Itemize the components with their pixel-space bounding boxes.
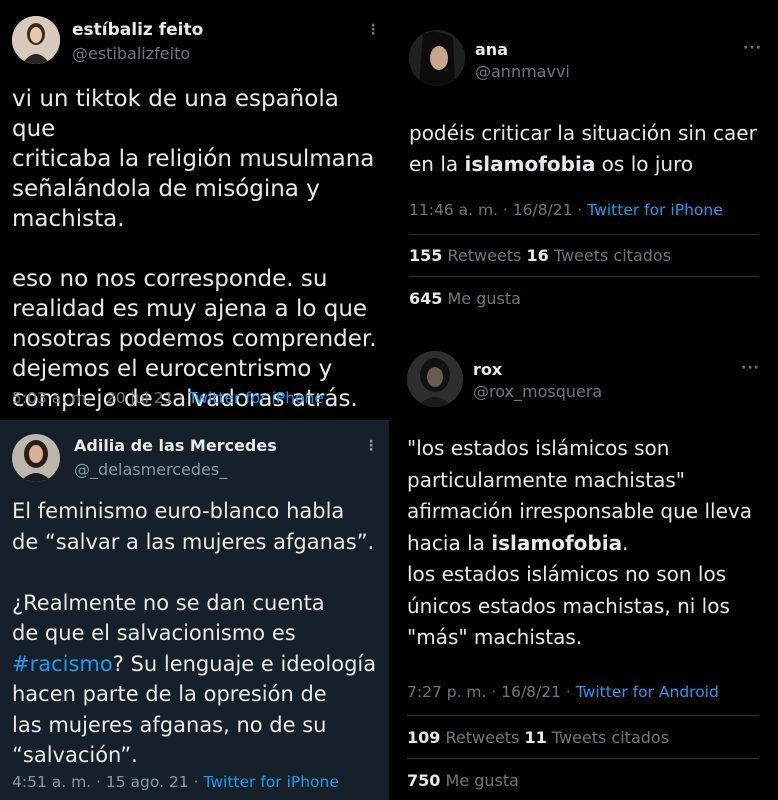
hashtag-link[interactable]: #racismo [12,652,113,676]
divider [407,715,759,716]
retweet-stats[interactable]: 155 Retweets 16 Tweets citados [409,246,671,265]
like-label: Me gusta [440,771,519,790]
tweet-ana: ana @annmavvi ··· podéis criticar la sit… [389,0,778,338]
divider [409,234,759,235]
author-name[interactable]: Adilia de las Mercedes [74,436,277,455]
tweet-source-link[interactable]: Twitter for Android [576,683,719,701]
avatar[interactable] [409,30,465,86]
quote-label: Tweets citados [546,728,670,747]
avatar[interactable] [407,351,463,407]
tweet-adilia: Adilia de las Mercedes @_delasmercedes_ … [0,420,389,800]
tweet-source-link[interactable]: Twitter for iPhone [203,773,338,791]
divider [409,276,759,277]
tweet-timestamp: 4:51 a. m. · 15 ago. 21 · Twitter for iP… [12,773,339,791]
more-options-icon[interactable]: ··· [741,360,760,376]
highlighted-word: islamofobia [464,152,596,176]
timestamp-text: 11:46 a. m. · 16/8/21 · [409,201,588,219]
author-handle[interactable]: @rox_mosquera [473,382,602,401]
tweet-text: "los estados islámicos son particularmen… [407,433,767,654]
quote-count: 16 [526,246,549,265]
tweet-timestamp: 7:27 p. m. · 16/8/21 · Twitter for Andro… [407,683,719,701]
avatar[interactable] [12,434,60,482]
quote-count: 11 [524,728,547,747]
like-label: Me gusta [442,289,521,308]
tweet-source-link[interactable]: Twitter for iPhone [587,201,722,219]
tweet-text-part: El feminismo euro-blanco habla de “salva… [12,499,375,645]
tweet-rox: rox @rox_mosquera ··· "los estados islám… [389,338,778,800]
author-name[interactable]: ana [475,40,508,59]
tweet-text: podéis criticar la situación sin caer en… [409,118,769,180]
like-count: 645 [409,289,443,308]
more-options-icon[interactable]: ⋮ [364,438,379,454]
author-handle[interactable]: @annmavvi [475,62,570,81]
retweet-label: Retweets [440,728,525,747]
tweet-text-part: os lo juro [595,152,694,176]
tweet-source-link[interactable]: Twitter for iPhone [188,389,323,407]
divider [407,758,759,759]
more-options-icon[interactable]: ··· [743,40,762,56]
tweet-timestamp: 5:03 a. m. · 20 jul 21 · Twitter for iPh… [12,389,324,407]
tweet-timestamp: 11:46 a. m. · 16/8/21 · Twitter for iPho… [409,201,723,219]
author-handle[interactable]: @estibalizfeito [72,44,190,63]
more-options-icon[interactable]: ⋮ [366,22,381,38]
quote-label: Tweets citados [548,246,672,265]
retweet-count: 155 [409,246,443,265]
timestamp-text: 4:51 a. m. · 15 ago. 21 · [12,773,204,791]
timestamp-text: 7:27 p. m. · 16/8/21 · [407,683,576,701]
like-count: 750 [407,771,441,790]
author-handle[interactable]: @_delasmercedes_ [74,460,227,479]
avatar[interactable] [12,16,60,64]
timestamp-text: 5:03 a. m. · 20 jul 21 · [12,389,189,407]
author-name[interactable]: estíbaliz feito [72,20,203,40]
retweet-label: Retweets [442,246,527,265]
retweet-stats[interactable]: 109 Retweets 11 Tweets citados [407,728,669,747]
retweet-count: 109 [407,728,441,747]
author-name[interactable]: rox [473,360,502,379]
like-stats[interactable]: 645 Me gusta [409,289,521,308]
like-stats[interactable]: 750 Me gusta [407,771,519,790]
tweet-estibaliz: estíbaliz feito @estibalizfeito ⋮ vi un … [0,0,389,420]
tweet-text: El feminismo euro-blanco habla de “salva… [12,496,384,771]
highlighted-word: islamofobia [491,530,623,555]
tweet-text: vi un tiktok de una española que critica… [12,86,377,412]
